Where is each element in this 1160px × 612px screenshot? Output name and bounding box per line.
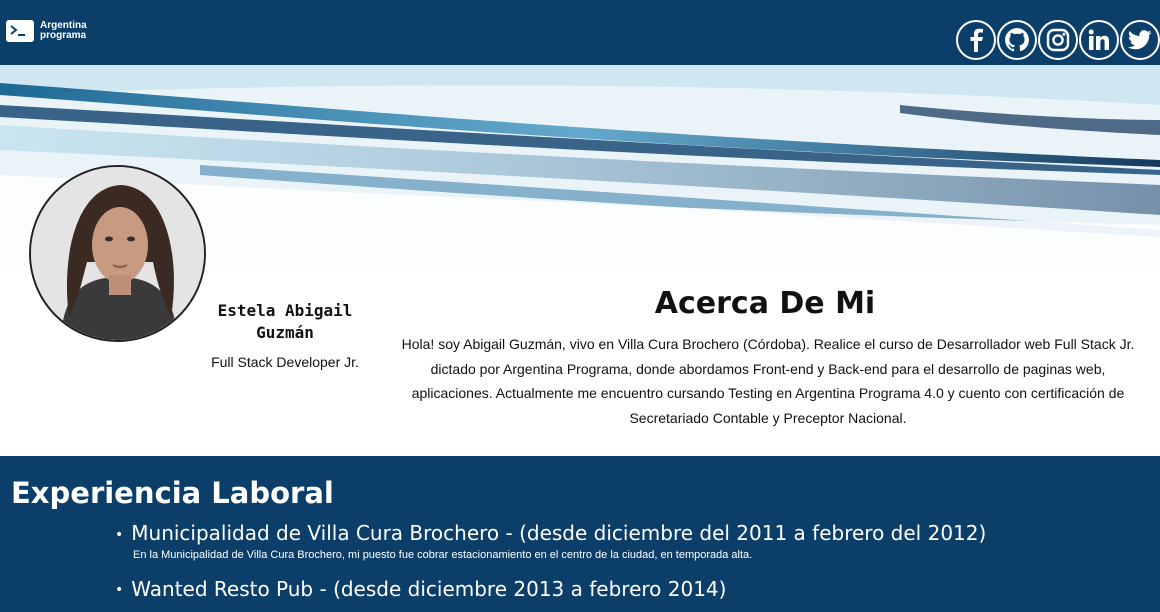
- logo-line-2: programa: [40, 30, 87, 41]
- facebook-link[interactable]: [956, 20, 996, 60]
- experience-list: • Municipalidad de Villa Cura Brochero - …: [115, 520, 986, 612]
- profile-avatar: [29, 165, 206, 342]
- experience-heading: • Municipalidad de Villa Cura Brochero - …: [115, 520, 986, 548]
- experience-section: Experiencia Laboral • Municipalidad de Vi…: [0, 456, 1160, 612]
- argentina-programa-logo[interactable]: Argentina programa: [6, 20, 87, 42]
- logo-text: Argentina programa: [40, 21, 87, 41]
- instagram-icon: [1046, 28, 1070, 52]
- experience-heading-text: Municipalidad de Villa Cura Brochero - (…: [131, 521, 987, 545]
- terminal-icon: [6, 20, 34, 42]
- twitter-icon: [1128, 30, 1152, 50]
- social-links: [956, 20, 1160, 60]
- facebook-icon: [970, 28, 983, 52]
- top-navbar: Argentina programa: [0, 0, 1160, 65]
- experience-heading-text: Wanted Resto Pub - (desde diciembre 2013…: [131, 576, 727, 601]
- github-link[interactable]: [997, 20, 1037, 60]
- profile-name: Estela Abigail Guzmán: [217, 301, 353, 342]
- instagram-link[interactable]: [1038, 20, 1078, 60]
- bullet-icon: •: [115, 582, 124, 598]
- linkedin-link[interactable]: [1079, 20, 1119, 60]
- twitter-link[interactable]: [1120, 20, 1160, 60]
- about-text: Hola! soy Abigail Guzmán, vivo en Villa …: [401, 336, 1135, 426]
- linkedin-icon: [1088, 29, 1109, 50]
- about-title: Acerca De Mi: [654, 286, 876, 321]
- bullet-icon: •: [115, 526, 124, 543]
- experience-item: • Municipalidad de Villa Cura Brochero - …: [115, 520, 986, 562]
- experience-heading: • Wanted Resto Pub - (desde diciembre 201…: [115, 576, 986, 604]
- experience-title: Experiencia Laboral: [11, 476, 334, 510]
- github-icon: [1005, 28, 1029, 52]
- experience-item: • Wanted Resto Pub - (desde diciembre 201…: [115, 576, 986, 604]
- experience-description: En la Municipalidad de Villa Cura Broche…: [133, 548, 753, 561]
- profile-role: Full Stack Developer Jr.: [211, 354, 359, 370]
